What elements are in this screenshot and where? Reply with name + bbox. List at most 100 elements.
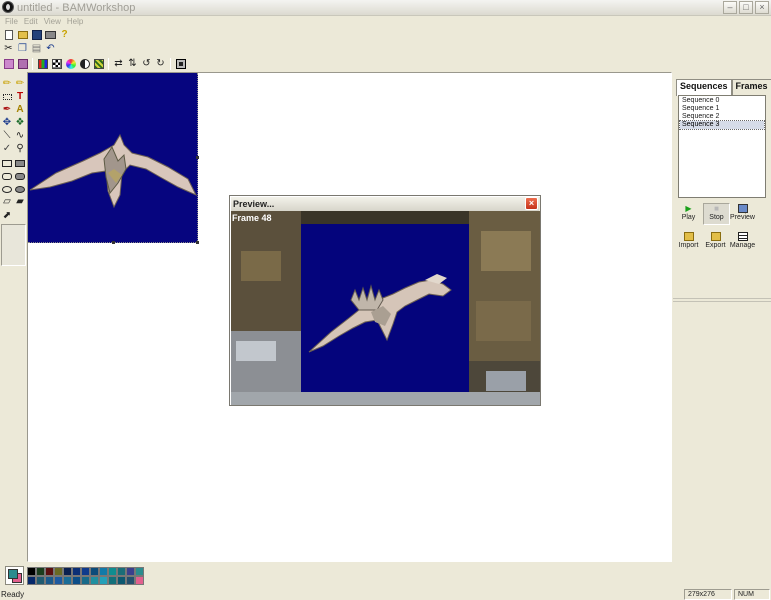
color-swatch[interactable] [135, 567, 144, 576]
resize-handle[interactable] [112, 241, 115, 244]
palette-button[interactable] [36, 58, 49, 71]
color-swatch[interactable] [126, 567, 135, 576]
menu-edit[interactable]: Edit [21, 16, 41, 28]
color-swatch[interactable] [27, 567, 36, 576]
color-swatch[interactable] [81, 576, 90, 585]
eyedropper-tool[interactable]: ✓ [1, 143, 13, 155]
color-swatch[interactable] [99, 567, 108, 576]
export-button[interactable]: Export [702, 232, 729, 249]
select-rect-tool[interactable] [1, 91, 13, 103]
manage-button[interactable]: Manage [729, 232, 756, 249]
copy-icon: ❐ [18, 43, 27, 54]
resize-handle[interactable] [196, 241, 199, 244]
color-swatch[interactable] [63, 576, 72, 585]
menu-file[interactable]: File [2, 16, 21, 28]
app-icon[interactable] [2, 1, 14, 13]
color-swatch[interactable] [135, 576, 144, 585]
polygon-tool[interactable]: ▱ [1, 196, 13, 208]
frame-tool-1-button[interactable] [2, 58, 15, 71]
color-swatch[interactable] [45, 567, 54, 576]
color-swatch[interactable] [117, 576, 126, 585]
pointer-tool[interactable]: ⬈ [1, 210, 13, 222]
color-swatch[interactable] [126, 576, 135, 585]
checker-button[interactable] [50, 58, 63, 71]
list-item[interactable]: Sequence 0 [680, 97, 764, 105]
airbrush-tool[interactable]: A [14, 104, 26, 116]
filled-polygon-tool[interactable]: ▰ [14, 196, 26, 208]
color-swatch[interactable] [45, 576, 54, 585]
help-button[interactable]: ? [58, 29, 71, 42]
sequence-list[interactable]: Sequence 0 Sequence 1 Sequence 2 Sequenc… [678, 95, 766, 198]
tab-sequences[interactable]: Sequences [676, 79, 732, 96]
tool-options-box[interactable] [1, 224, 26, 266]
flip-horizontal-button[interactable]: ⇄ [112, 58, 125, 71]
new-file-button[interactable] [2, 29, 15, 42]
list-item-selected[interactable]: Sequence 3 [679, 120, 765, 130]
color-swatch[interactable] [99, 576, 108, 585]
color-swatch[interactable] [117, 567, 126, 576]
preview-titlebar[interactable]: Preview... × [231, 197, 539, 211]
color-swatch[interactable] [108, 567, 117, 576]
filled-ellipse-tool[interactable] [14, 183, 26, 195]
close-button[interactable]: × [755, 1, 769, 14]
rounded-rect-tool[interactable] [1, 170, 13, 182]
color-swatch[interactable] [36, 576, 45, 585]
pattern-button[interactable] [92, 58, 105, 71]
color-swatch[interactable] [54, 567, 63, 576]
maximize-button[interactable]: □ [739, 1, 753, 14]
pencil-tool[interactable]: ✏ [1, 78, 13, 90]
copy-button[interactable]: ❐ [16, 43, 29, 56]
color-selector[interactable] [5, 566, 24, 585]
open-file-button[interactable] [16, 29, 29, 42]
color-swatch[interactable] [54, 576, 63, 585]
preview-window[interactable]: Preview... × Frame 48 [229, 195, 541, 406]
move-tool[interactable]: ✥ [1, 117, 13, 129]
fill-tool[interactable]: ❖ [14, 117, 26, 129]
filled-rounded-rect-tool[interactable] [14, 170, 26, 182]
contrast-button[interactable] [78, 58, 91, 71]
menu-help[interactable]: Help [64, 16, 86, 28]
ellipse-tool[interactable] [1, 183, 13, 195]
line-tool[interactable]: ⟍ [1, 130, 13, 142]
filled-rectangle-tool[interactable] [14, 157, 26, 169]
play-button[interactable]: ▶ Play [675, 204, 702, 221]
minimize-button[interactable]: – [723, 1, 737, 14]
color-swatch[interactable] [63, 567, 72, 576]
import-button[interactable]: Import [675, 232, 702, 249]
color-swatch[interactable] [90, 567, 99, 576]
preview-close-button[interactable]: × [525, 197, 538, 210]
color-swatch[interactable] [36, 567, 45, 576]
list-item[interactable]: Sequence 2 [680, 113, 764, 121]
stop-button[interactable]: ■ Stop [703, 203, 730, 225]
curve-tool[interactable]: ∿ [14, 130, 26, 142]
eraser-tool[interactable]: ✏ [14, 78, 26, 90]
preview-button[interactable]: Preview [729, 204, 756, 221]
undo-button[interactable]: ↶ [44, 43, 57, 56]
menu-view[interactable]: View [41, 16, 64, 28]
color-swatch[interactable] [27, 576, 36, 585]
frame-tool-2-button[interactable] [16, 58, 29, 71]
rectangle-tool[interactable] [1, 157, 13, 169]
print-button[interactable] [44, 29, 57, 42]
paste-button[interactable]: ▤ [30, 43, 43, 56]
color-swatch[interactable] [81, 567, 90, 576]
sprite-frame-canvas[interactable] [28, 73, 199, 244]
brush-tool[interactable]: ✒ [1, 104, 13, 116]
resize-handle[interactable] [196, 156, 199, 159]
zoom-tool[interactable]: ⚲ [14, 143, 26, 155]
frame-window-button[interactable] [174, 58, 187, 71]
text-tool[interactable]: T [14, 91, 26, 103]
color-swatch[interactable] [108, 576, 117, 585]
foreground-color-swatch[interactable] [8, 569, 18, 579]
color-wheel-button[interactable] [64, 58, 77, 71]
flip-vertical-button[interactable]: ⇅ [126, 58, 139, 71]
color-swatch[interactable] [90, 576, 99, 585]
tab-frames[interactable]: Frames [731, 79, 771, 95]
cut-button[interactable]: ✂ [2, 43, 15, 56]
rotate-right-button[interactable]: ↻ [154, 58, 167, 71]
rotate-left-button[interactable]: ↺ [140, 58, 153, 71]
color-swatch[interactable] [72, 567, 81, 576]
save-button[interactable] [30, 29, 43, 42]
color-swatch[interactable] [72, 576, 81, 585]
list-item[interactable]: Sequence 1 [680, 105, 764, 113]
